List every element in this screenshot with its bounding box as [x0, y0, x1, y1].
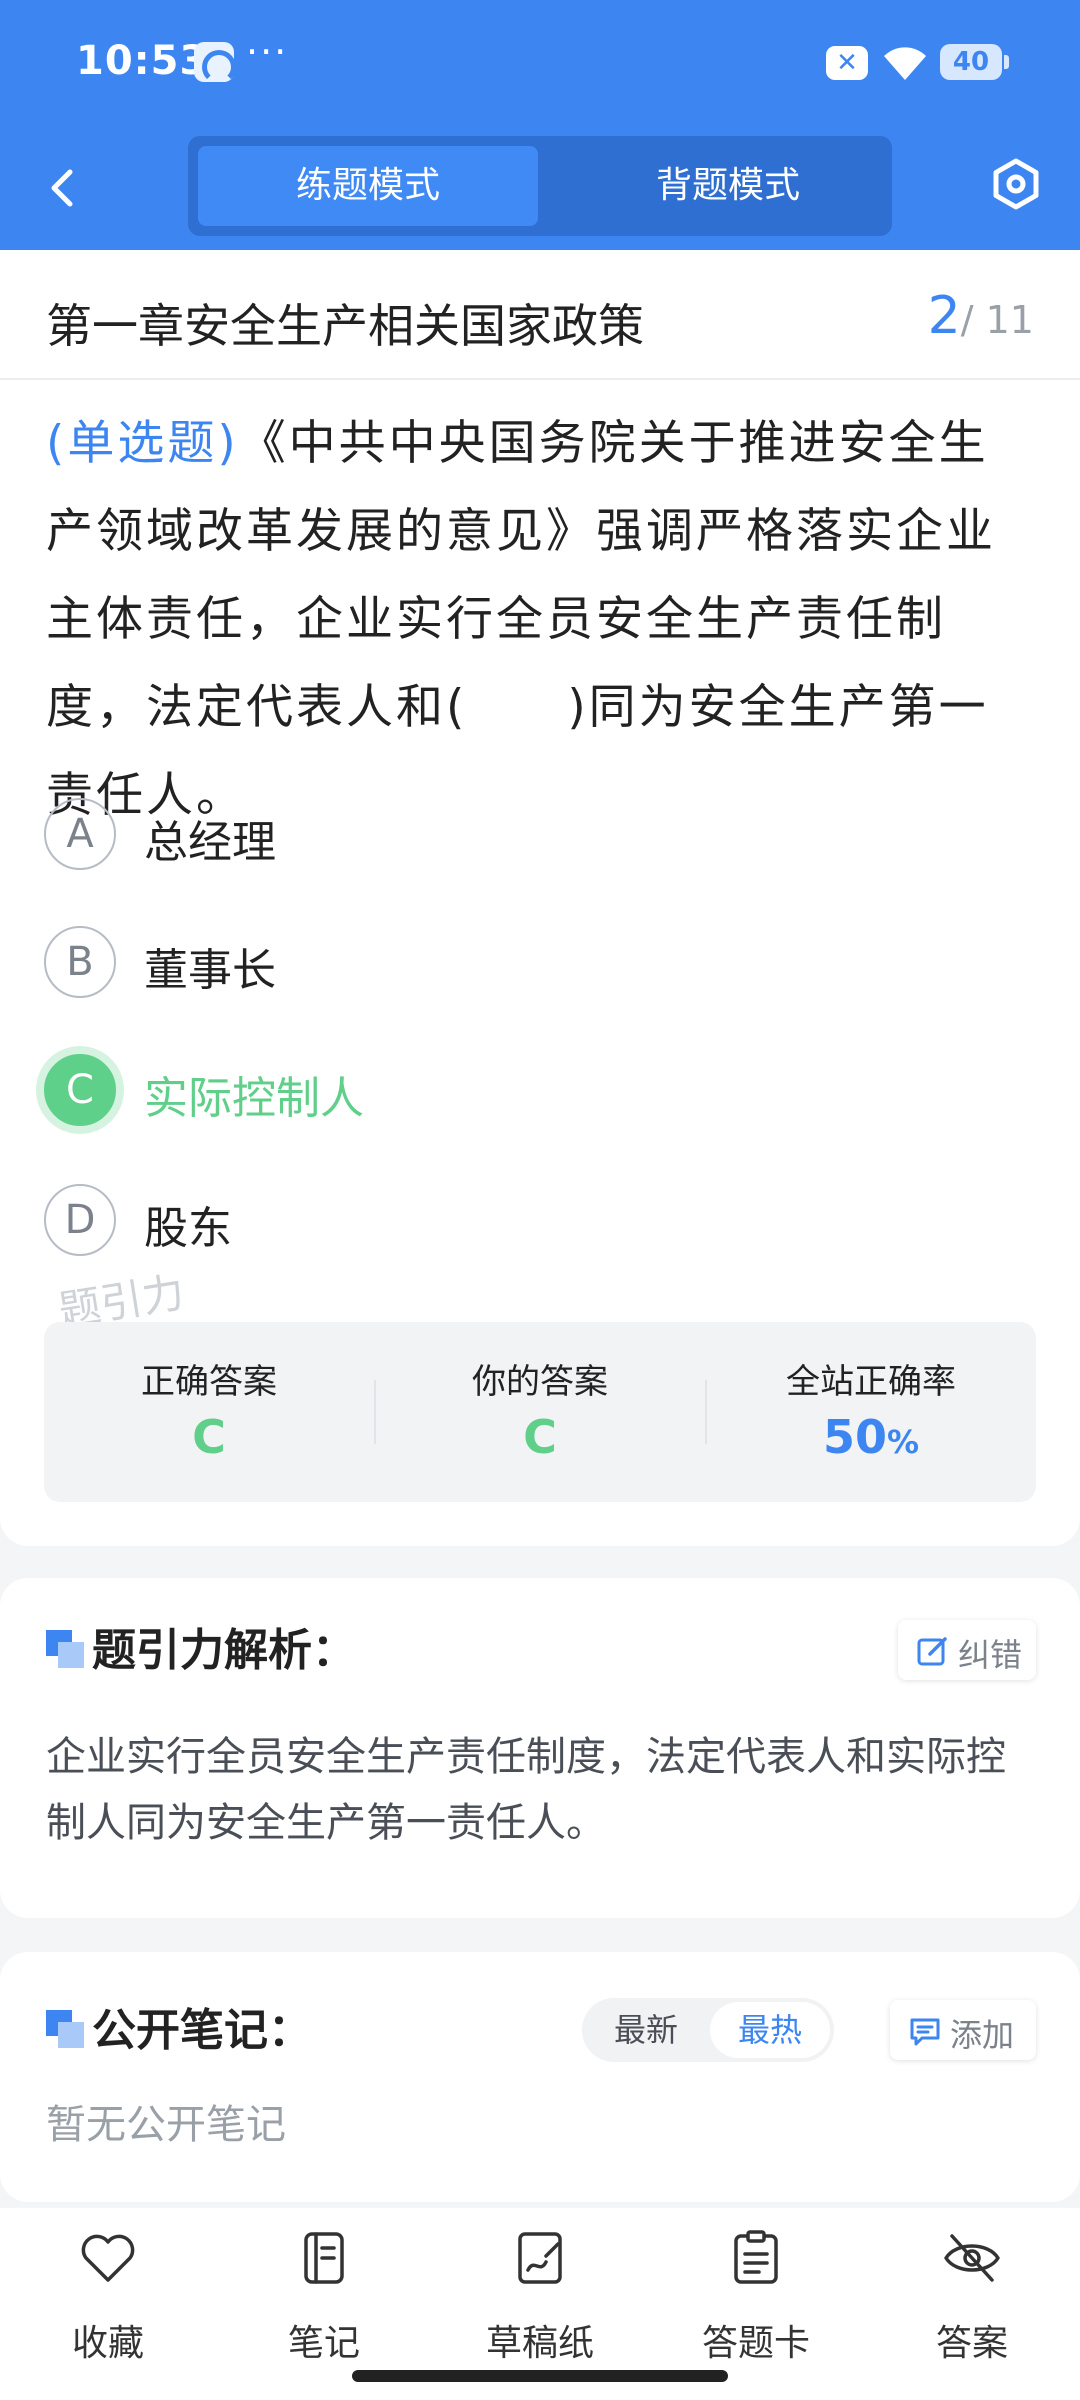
top-header: 10:53 ··· ✕ 40 练题模式 背题模式 — [0, 0, 1080, 250]
question-body: 《中共中央国务院关于推进安全生产领域改革发展的意见》强调严格落实企业主体责任，企… — [46, 416, 996, 823]
notes-button[interactable]: 笔记 — [244, 2228, 404, 2364]
answer-sheet-icon — [734, 2230, 778, 2284]
sort-newest[interactable]: 最新 — [586, 2002, 706, 2058]
more-notifications-icon: ··· — [246, 30, 289, 74]
progress-total: / 11 — [960, 298, 1034, 342]
accuracy-number: 50 — [822, 1410, 887, 1464]
option-label: 总经理 — [144, 817, 276, 868]
add-note-button[interactable]: 添加 — [890, 2000, 1036, 2060]
divider — [0, 378, 1080, 380]
analysis-card: 题引力解析： 纠错 企业实行全员安全生产责任制度，法定代表人和实际控制人同为安全… — [0, 1578, 1080, 1918]
report-error-label: 纠错 — [958, 1636, 1023, 1674]
answer-stats: 正确答案 C 你的答案 C 全站正确率 50% — [44, 1322, 1036, 1502]
section-icon — [46, 1630, 84, 1668]
option-label: 实际控制人 — [144, 1073, 364, 1124]
status-time: 10:53 — [76, 38, 209, 84]
show-answer-button[interactable]: 答案 — [892, 2228, 1052, 2364]
show-answer-label: 答案 — [935, 2323, 1008, 2364]
option-label: 股东 — [144, 1203, 232, 1254]
notes-label: 笔记 — [287, 2323, 360, 2364]
draft-paper-button[interactable]: 草稿纸 — [460, 2228, 620, 2364]
stat-value: C — [192, 1410, 226, 1464]
battery-icon: 40 — [940, 44, 1009, 80]
notes-title: 公开笔记： — [92, 2005, 312, 2056]
option-key: A — [44, 798, 116, 870]
comment-icon — [910, 2018, 940, 2046]
add-note-label: 添加 — [950, 2016, 1015, 2054]
stat-your-answer: 你的答案 C — [375, 1322, 705, 1502]
notes-sort-toggle: 最新 最热 — [582, 1998, 834, 2062]
edit-icon — [917, 1637, 947, 1666]
stat-value: 50% — [706, 1410, 1036, 1464]
heart-icon — [81, 2234, 135, 2282]
notebook-icon — [304, 2232, 344, 2284]
sort-hottest[interactable]: 最热 — [710, 2002, 830, 2058]
answer-sheet-label: 答题卡 — [701, 2323, 810, 2364]
report-error-button[interactable]: 纠错 — [898, 1620, 1036, 1680]
draft-paper-label: 草稿纸 — [485, 2323, 594, 2364]
favorite-button[interactable]: 收藏 — [28, 2228, 188, 2364]
progress-current: 2 — [927, 286, 961, 346]
section-icon — [46, 2010, 84, 2048]
sim-off-icon: ✕ — [826, 46, 868, 80]
empty-notes-text: 暂无公开笔记 — [46, 2102, 286, 2148]
stat-value: C — [523, 1410, 557, 1464]
option-key: B — [44, 926, 116, 998]
stat-label: 全站正确率 — [786, 1362, 956, 1402]
option-key: D — [44, 1184, 116, 1256]
question-progress: 2/ 11 — [928, 286, 1034, 346]
mode-switch: 练题模式 背题模式 — [188, 136, 892, 236]
eye-off-icon — [944, 2234, 1000, 2282]
chapter-title: 第一章安全生产相关国家政策 — [46, 299, 644, 353]
stat-correct-answer: 正确答案 C — [44, 1322, 374, 1502]
settings-icon[interactable] — [988, 156, 1044, 212]
favorite-label: 收藏 — [71, 2323, 144, 2364]
back-icon[interactable] — [36, 160, 92, 216]
option-key: C — [44, 1054, 116, 1126]
draft-icon — [518, 2232, 562, 2284]
wifi-icon — [884, 47, 926, 80]
question-text: (单选题)《中共中央国务院关于推进安全生产领域改革发展的意见》强调严格落实企业主… — [46, 400, 1036, 840]
question-card: 第一章安全生产相关国家政策 2/ 11 (单选题)《中共中央国务院关于推进安全生… — [0, 250, 1080, 1546]
accuracy-unit: % — [886, 1423, 920, 1461]
option-label: 董事长 — [144, 945, 276, 996]
tab-practice-mode[interactable]: 练题模式 — [198, 146, 538, 226]
stat-label: 正确答案 — [141, 1362, 277, 1402]
public-notes-card: 公开笔记： 最新 最热 添加 暂无公开笔记 — [0, 1952, 1080, 2202]
stat-accuracy: 全站正确率 50% — [706, 1322, 1036, 1502]
analysis-title: 题引力解析： — [92, 1625, 356, 1676]
tab-memorize-mode[interactable]: 背题模式 — [558, 146, 898, 226]
analysis-text: 企业实行全员安全生产责任制度，法定代表人和实际控制人同为安全生产第一责任人。 — [46, 1734, 1006, 1846]
home-indicator[interactable] — [352, 2370, 728, 2382]
stat-label: 你的答案 — [472, 1362, 608, 1402]
question-type: (单选题) — [46, 416, 239, 471]
answer-sheet-button[interactable]: 答题卡 — [676, 2228, 836, 2364]
app-notification-icon — [194, 42, 236, 84]
